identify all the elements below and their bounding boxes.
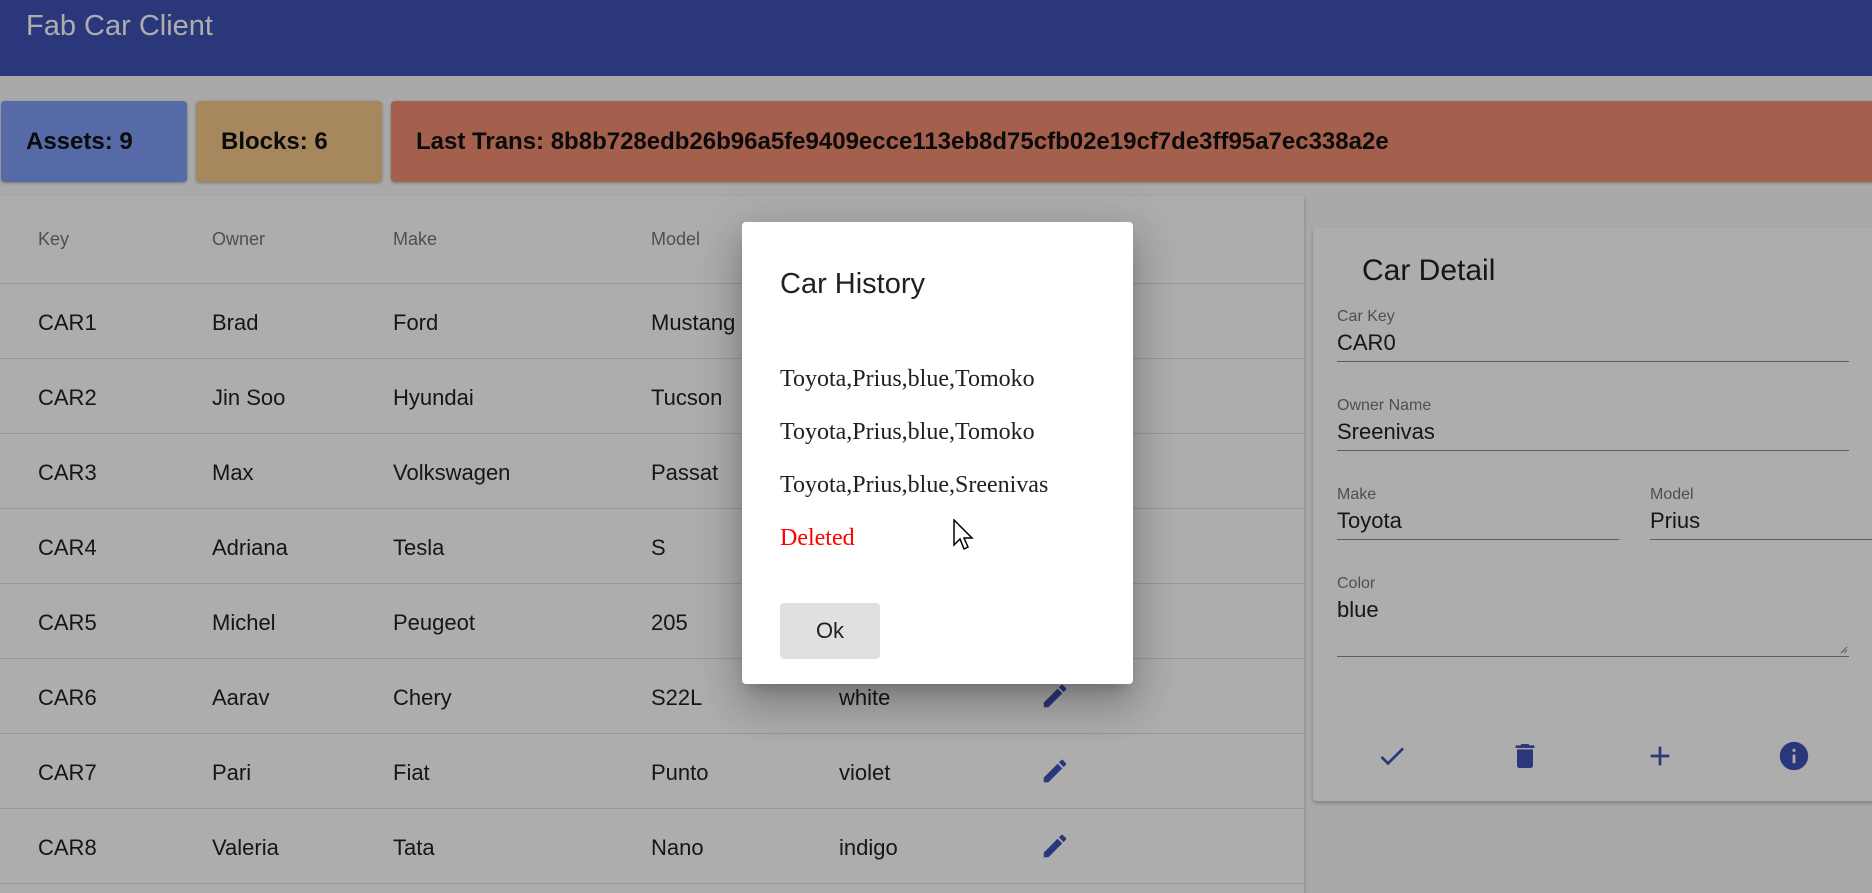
history-entry: Toyota,Prius,blue,Sreenivas <box>780 472 1049 498</box>
history-entry: Toyota,Prius,blue,Tomoko <box>780 366 1035 392</box>
dialog-title: Car History <box>780 268 926 300</box>
history-entry: Toyota,Prius,blue,Tomoko <box>780 419 1035 445</box>
ok-button[interactable]: Ok <box>780 603 880 659</box>
mouse-cursor-icon <box>953 519 974 551</box>
car-history-dialog: Car History Toyota,Prius,blue,Tomoko Toy… <box>742 222 1133 684</box>
history-deleted-entry: Deleted <box>780 525 855 551</box>
